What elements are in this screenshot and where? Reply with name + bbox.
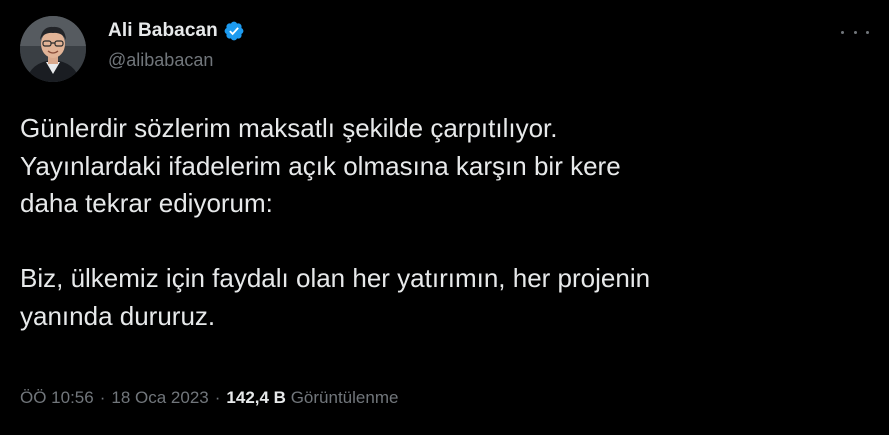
views-count: 142,4 B — [226, 388, 286, 407]
meta-separator: · — [214, 388, 221, 407]
tweet-metadata: ÖÖ 10:56 · 18 Oca 2023 · 142,4 B Görüntü… — [20, 388, 398, 408]
more-horizontal-icon[interactable] — [841, 22, 869, 42]
tweet-card: Ali Babacan @alibabacan Günlerdir sözler… — [0, 0, 889, 435]
avatar-photo — [20, 16, 86, 82]
author-display-name[interactable]: Ali Babacan — [108, 20, 218, 42]
tweet-time[interactable]: ÖÖ 10:56 — [20, 388, 94, 408]
views-group[interactable]: 142,4 B Görüntülenme — [226, 388, 398, 408]
author-name-row: Ali Babacan — [108, 20, 245, 42]
tweet-paragraph-2: Biz, ülkemiz için faydalı olan her yatır… — [20, 263, 651, 331]
more-dot — [853, 30, 857, 34]
views-label: Görüntülenme — [290, 388, 399, 407]
author-handle[interactable]: @alibabacan — [108, 50, 213, 71]
more-dot — [866, 30, 869, 34]
tweet-paragraph-1: Günlerdir sözlerim maksatlı şekilde çarp… — [20, 113, 621, 218]
tweet-date[interactable]: 18 Oca 2023 — [111, 388, 208, 408]
verified-badge-icon — [223, 20, 245, 42]
avatar[interactable] — [20, 16, 86, 82]
meta-separator: · — [99, 388, 106, 407]
more-dot — [841, 30, 844, 34]
tweet-text: Günlerdir sözlerim maksatlı şekilde çarp… — [20, 110, 875, 335]
